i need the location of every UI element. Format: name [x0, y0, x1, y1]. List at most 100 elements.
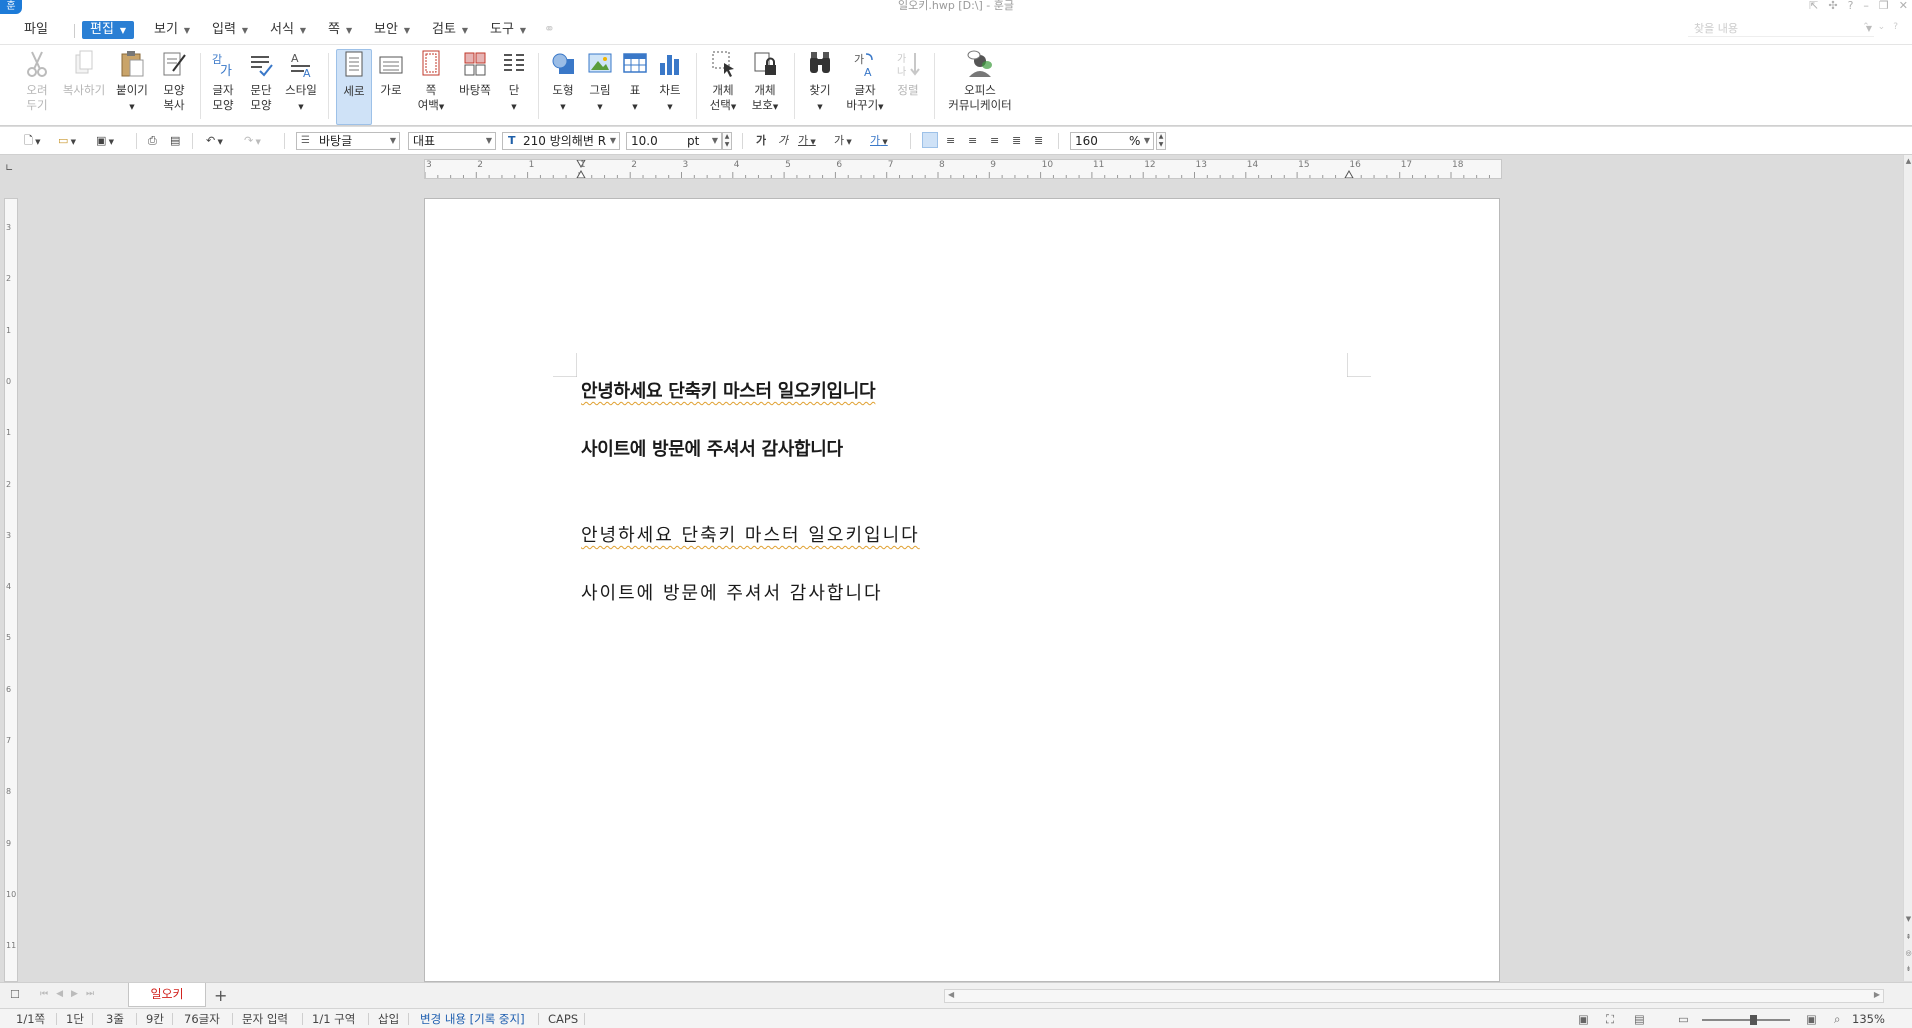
style-button[interactable]: AA 스타일 ▼ — [282, 49, 320, 125]
replace-char-button[interactable]: 가A 글자 바꾸기▼ — [842, 49, 888, 125]
save-icon[interactable]: ▣ ▼ — [96, 133, 114, 149]
format-copy-button[interactable]: 모양 복사 — [156, 49, 192, 125]
document-line-3[interactable]: 안녕하세요 단축키 마스터 일오키입니다 — [581, 521, 920, 547]
search-input[interactable]: 찾을 내용 ▼ — [1688, 21, 1874, 37]
columns-button[interactable]: 단 ▼ — [500, 49, 528, 125]
align-right-icon[interactable]: ≡ — [990, 133, 999, 149]
status-zoom[interactable]: 135% — [1852, 1011, 1885, 1027]
vertical-scrollbar[interactable]: ▲ ▼ ⇞ ◎ ⇟ — [1903, 155, 1912, 981]
status-insert[interactable]: 삽입 — [378, 1011, 399, 1027]
language-select[interactable]: 대표 ▼ — [408, 132, 496, 150]
font-size-stepper[interactable]: ▲ ▼ — [722, 132, 732, 150]
menu-review[interactable]: 검토 ▼ — [428, 21, 472, 39]
cut-button[interactable]: 오려 두기 — [20, 49, 54, 125]
menu-file[interactable]: 파일 — [20, 21, 52, 39]
collapse-ribbon-icon[interactable]: ⌃ — [1862, 22, 1870, 32]
sort-button[interactable]: 가나 정렬 — [892, 49, 924, 125]
page-select-icon[interactable]: ◎ — [1904, 949, 1912, 959]
strikethrough-icon[interactable]: 가 ▼ — [834, 133, 852, 149]
horizontal-scrollbar[interactable]: ◀ ▶ — [944, 989, 1884, 1003]
underline-icon[interactable]: 가 ▼ — [798, 133, 816, 149]
status-track-changes[interactable]: 변경 내용 [기록 중지] — [420, 1011, 525, 1027]
picture-button[interactable]: 그림 ▼ — [584, 49, 616, 125]
scroll-left-icon[interactable]: ◀ — [948, 990, 954, 999]
new-document-icon[interactable]: 🗋 ▼ — [24, 133, 40, 149]
document-page[interactable]: 안녕하세요 단축키 마스터 일오키입니다 사이트에 방문에 주셔서 감사합니다 … — [424, 198, 1500, 982]
menu-security[interactable]: 보안 ▼ — [370, 21, 414, 39]
help-icon[interactable]: ? — [1848, 0, 1854, 12]
ruler-corner-icon[interactable]: ∟ — [5, 163, 17, 175]
landscape-button[interactable]: 가로 — [374, 49, 408, 125]
close-button[interactable]: ✕ — [1899, 0, 1908, 12]
menu-edit[interactable]: 편집 ▼ — [82, 21, 135, 39]
scroll-up-icon[interactable]: ▲ — [1904, 157, 1912, 167]
zoom-in-icon[interactable]: ▣ — [1806, 1011, 1817, 1027]
status-page[interactable]: 1/1쪽 — [16, 1011, 45, 1027]
font-color-icon[interactable]: 가 ▼ — [870, 133, 888, 149]
zoom-slider[interactable] — [1702, 1015, 1790, 1025]
background-page-button[interactable]: 바탕쪽 — [454, 49, 496, 125]
zoom-stepper[interactable]: ▲ ▼ — [1156, 132, 1166, 150]
align-center-icon[interactable]: ≡ — [968, 133, 977, 149]
menu-tools[interactable]: 도구 ▼ — [486, 21, 530, 39]
document-line-2[interactable]: 사이트에 방문에 주셔서 감사합니다 — [581, 435, 843, 461]
open-folder-icon[interactable]: ▭ ▼ — [58, 133, 76, 149]
table-button[interactable]: 표 ▼ — [620, 49, 650, 125]
para-shape-button[interactable]: 문단 모양 — [244, 49, 278, 125]
menu-view[interactable]: 보기 ▼ — [150, 21, 194, 39]
font-select[interactable]: T 210 방의해변 R ▼ — [502, 132, 620, 150]
next-page-icon[interactable]: ⇟ — [1904, 965, 1912, 975]
style-select[interactable]: ☰ 바탕글 ▼ — [296, 132, 400, 150]
tab-document[interactable]: 일오키 — [128, 983, 206, 1007]
page-margin-button[interactable]: 쪽 여백▼ — [414, 49, 448, 125]
align-justify-icon[interactable] — [922, 132, 938, 148]
menu-extra-icon[interactable]: ⚭ — [540, 21, 559, 39]
tab-nav-arrows[interactable]: ⏮◀▶⏭ — [40, 989, 102, 999]
prev-page-icon[interactable]: ⇞ — [1904, 933, 1912, 943]
scroll-down-icon[interactable]: ▼ — [1904, 915, 1912, 925]
portrait-button[interactable]: 세로 — [336, 49, 372, 125]
zoom-slider-thumb[interactable] — [1750, 1015, 1757, 1025]
font-size-input[interactable]: 10.0 pt ▼ — [626, 132, 722, 150]
print-icon[interactable]: ⎙ — [148, 133, 157, 149]
menu-insert[interactable]: 입력 ▼ — [208, 21, 252, 39]
restore-layout-icon[interactable]: ⇱ — [1809, 0, 1818, 12]
zoom-out-icon[interactable]: ▭ — [1678, 1011, 1689, 1027]
scroll-right-icon[interactable]: ▶ — [1874, 990, 1880, 999]
menu-help-icon[interactable]: ? — [1893, 22, 1898, 32]
find-button[interactable]: 찾기 ▼ — [802, 49, 838, 125]
vertical-ruler[interactable]: 3 2 1 0 1 2 3 4 5 6 7 8 9 10 11 — [4, 198, 18, 982]
copy-button[interactable]: 복사하기 — [58, 49, 110, 125]
italic-icon[interactable]: 가 — [778, 133, 788, 149]
menu-format[interactable]: 서식 ▼ — [266, 21, 310, 39]
horizontal-ruler[interactable]: 3 2 1 1 2 3 4 5 6 7 8 9 10 11 12 13 14 15 16 17 18 — [424, 159, 1502, 179]
object-protect-button[interactable]: 개체 보호▼ — [746, 49, 784, 125]
redo-icon[interactable]: ↷ ▼ — [244, 133, 261, 149]
chart-button[interactable]: 차트 ▼ — [654, 49, 686, 125]
preview-icon[interactable]: ▤ — [170, 133, 180, 149]
bold-icon[interactable]: 가 — [756, 133, 766, 149]
expand-ribbon-icon[interactable]: ⌄ — [1878, 22, 1886, 32]
divide-icon[interactable]: ≣ — [1034, 133, 1043, 149]
distribute-icon[interactable]: ≣ — [1012, 133, 1021, 149]
paste-button[interactable]: 붙이기 ▼ — [114, 49, 150, 125]
object-select-button[interactable]: 개체 선택▼ — [704, 49, 742, 125]
office-communicator-button[interactable]: 오피스 커뮤니케이터 — [944, 49, 1016, 125]
minimize-button[interactable]: – — [1863, 0, 1869, 12]
tab-list-icon[interactable]: ☐ — [10, 988, 20, 1001]
zoom-icon[interactable]: ⌕ — [1834, 1011, 1840, 1027]
document-line-1[interactable]: 안녕하세요 단축키 마스터 일오키입니다 — [581, 377, 876, 403]
document-line-4[interactable]: 사이트에 방문에 주셔서 감사합니다 — [581, 579, 883, 605]
zoom-input[interactable]: 160 % ▼ — [1070, 132, 1154, 150]
align-left-icon[interactable]: ≡ — [946, 133, 955, 149]
add-tab-button[interactable]: + — [214, 986, 227, 1005]
view-web-icon[interactable]: ▤ — [1634, 1011, 1645, 1027]
view-normal-icon[interactable]: ▣ — [1578, 1011, 1589, 1027]
view-full-icon[interactable]: ⛶ — [1606, 1011, 1614, 1027]
maximize-button[interactable]: ❐ — [1879, 0, 1889, 12]
move-icon[interactable]: ✣ — [1828, 0, 1837, 12]
undo-icon[interactable]: ↶ ▼ — [206, 133, 223, 149]
char-shape-button[interactable]: 감가 글자 모양 — [206, 49, 240, 125]
shape-button[interactable]: 도형 ▼ — [546, 49, 580, 125]
menu-page[interactable]: 쪽 ▼ — [324, 21, 356, 39]
